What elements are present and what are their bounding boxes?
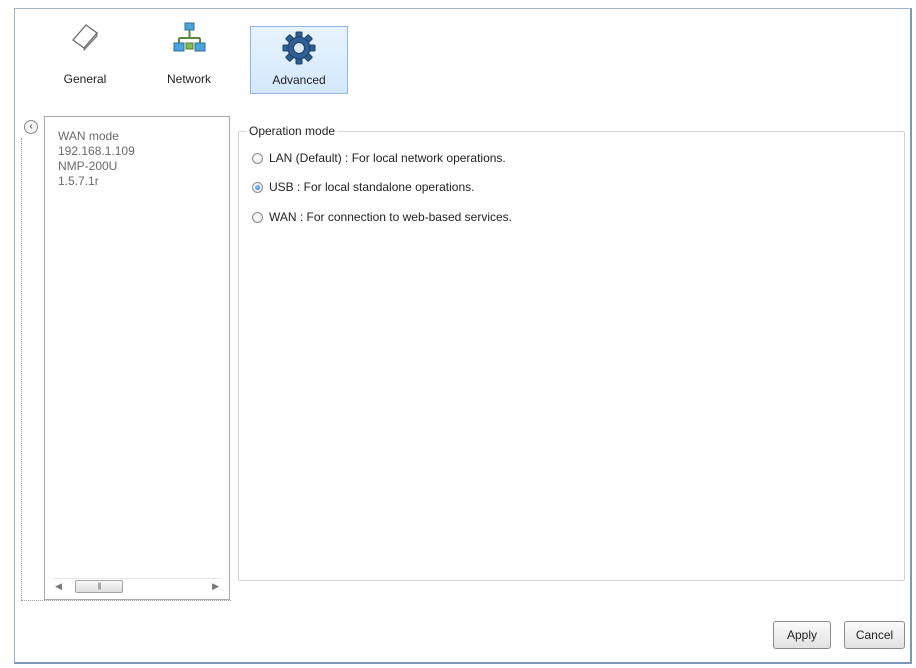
horizontal-scrollbar[interactable]: ◀ ||| ▶	[53, 578, 221, 593]
radio-lan[interactable]	[252, 152, 263, 164]
scroll-left-arrow-icon[interactable]: ◀	[55, 579, 62, 593]
radio-wan-label: WAN : For connection to web-based servic…	[269, 210, 512, 224]
device-ip: 192.168.1.109	[58, 144, 135, 158]
collapse-panel-button[interactable]: ‹	[24, 120, 38, 134]
toolbar-network-button[interactable]: Network	[150, 19, 228, 93]
radio-usb-label: USB : For local standalone operations.	[269, 180, 475, 194]
toolbar-advanced-button[interactable]: Advanced	[250, 26, 348, 94]
toolbar-network-label: Network	[166, 72, 211, 86]
general-icon	[68, 21, 102, 54]
toolbar-general-label: General	[63, 72, 107, 86]
radio-usb[interactable]	[252, 181, 263, 193]
radio-usb-option[interactable]: USB : For local standalone operations.	[252, 179, 474, 195]
radio-lan-label: LAN (Default) : For local network operat…	[269, 151, 506, 165]
panel-splitter-vertical	[21, 138, 22, 600]
radio-wan[interactable]	[252, 211, 263, 223]
device-model: NMP-200U	[58, 159, 118, 173]
operation-mode-title: Operation mode	[246, 124, 339, 138]
toolbar-advanced-label: Advanced	[272, 73, 326, 87]
device-firmware: 1.5.7.1r	[58, 174, 99, 188]
device-info-list: WAN mode 192.168.1.109 NMP-200U 1.5.7.1r	[58, 129, 135, 189]
scrollbar-thumb[interactable]: |||	[75, 580, 123, 593]
radio-lan-option[interactable]: LAN (Default) : For local network operat…	[252, 150, 506, 166]
apply-button[interactable]: Apply	[773, 621, 831, 649]
device-info-panel: WAN mode 192.168.1.109 NMP-200U 1.5.7.1r…	[44, 116, 230, 600]
gear-icon	[282, 31, 316, 68]
network-icon	[172, 21, 206, 58]
device-mode: WAN mode	[58, 129, 119, 143]
cancel-button[interactable]: Cancel	[844, 621, 905, 649]
panel-splitter-horizontal	[21, 600, 231, 601]
toolbar-general-button[interactable]: General	[48, 19, 122, 93]
radio-wan-option[interactable]: WAN : For connection to web-based servic…	[252, 209, 512, 225]
operation-mode-group	[238, 131, 905, 581]
scroll-right-arrow-icon[interactable]: ▶	[212, 579, 219, 593]
chevron-left-icon: ‹	[29, 121, 33, 132]
